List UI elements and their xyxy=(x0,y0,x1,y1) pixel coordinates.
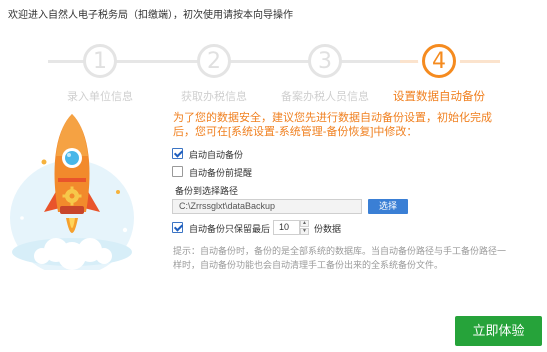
step-3-circle: 3 xyxy=(308,44,342,78)
step-1-number: 1 xyxy=(93,48,107,74)
keep-last-suffix-label: 份数据 xyxy=(314,224,342,234)
auto-backup-label: 启动自动备份 xyxy=(189,150,244,160)
remind-before-backup-checkbox[interactable] xyxy=(172,166,183,177)
remind-before-backup-label: 自动备份前提醒 xyxy=(189,168,253,178)
step-1-circle: 1 xyxy=(83,44,117,78)
keep-count-up-button[interactable]: ▲ xyxy=(300,220,309,227)
step-4-circle: 4 xyxy=(422,44,456,78)
step-2-number: 2 xyxy=(207,48,221,74)
choose-path-button[interactable]: 选择 xyxy=(368,199,408,214)
step-3-number: 3 xyxy=(318,48,332,74)
keep-last-prefix-label: 自动备份只保留最后 xyxy=(189,224,271,234)
keep-count-input[interactable]: 10 xyxy=(273,220,300,235)
backup-intro-text: 为了您的数据安全，建议您先进行数据自动备份设置，初始化完成后，您可在[系统设置-… xyxy=(173,112,492,138)
step-4-number: 4 xyxy=(432,48,446,74)
keep-count-down-button[interactable]: ▼ xyxy=(300,228,309,235)
step-4-label: 设置数据自动备份 xyxy=(393,91,485,103)
backup-path-input[interactable]: C:\Zrrssglxt\dataBackup xyxy=(172,199,362,214)
step-3-label: 备案办税人员信息 xyxy=(281,91,369,103)
step-2-label: 获取办税信息 xyxy=(181,91,247,103)
keep-last-checkbox[interactable] xyxy=(172,222,183,233)
step-2-circle: 2 xyxy=(197,44,231,78)
backup-path-label: 备份到选择路径 xyxy=(175,186,239,196)
backup-hint-text: 提示：自动备份时，备份的是全部系统的数据库。当自动备份路径与手工备份路径一样时，… xyxy=(173,246,507,270)
window-title: 欢迎进入自然人电子税务局（扣缴端），初次使用请按本向导操作 xyxy=(8,10,293,21)
auto-backup-checkbox[interactable] xyxy=(172,148,183,159)
rocket-illustration xyxy=(10,114,134,270)
start-now-button[interactable]: 立即体验 xyxy=(455,316,542,346)
